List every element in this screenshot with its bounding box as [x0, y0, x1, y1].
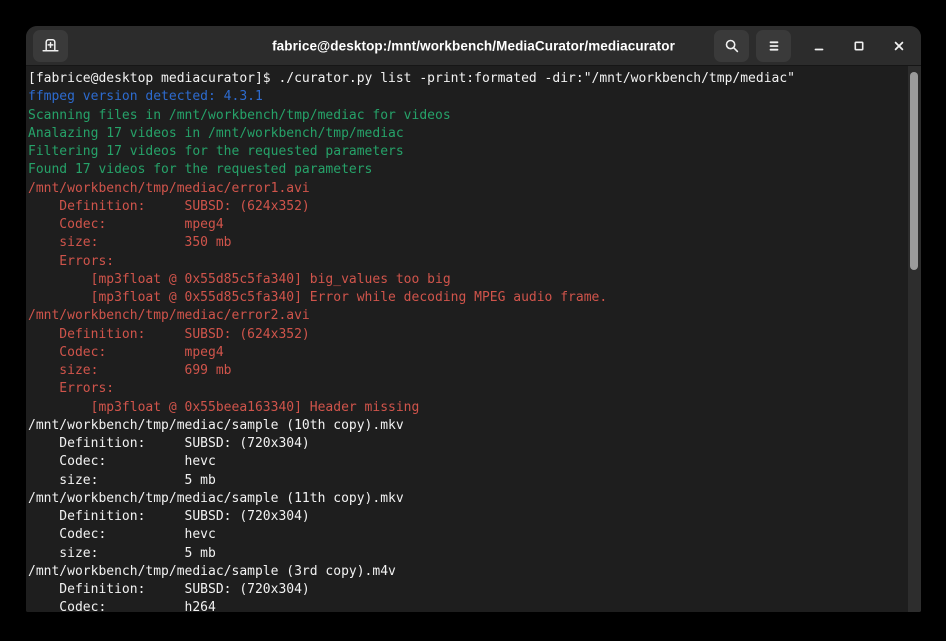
terminal-line: Definition: SUBSD: (624x352) [28, 198, 921, 216]
terminal-line: Definition: SUBSD: (720x304) [28, 581, 921, 599]
terminal-line: Errors: [28, 253, 921, 271]
close-button[interactable] [887, 34, 911, 58]
terminal-line: size: 5 mb [28, 472, 921, 490]
titlebar[interactable]: fabrice@desktop:/mnt/workbench/MediaCura… [26, 26, 921, 66]
new-tab-icon [42, 37, 59, 54]
maximize-button[interactable] [847, 34, 871, 58]
minimize-button[interactable] [807, 34, 831, 58]
terminal-line: [mp3float @ 0x55d85c5fa340] big_values t… [28, 271, 921, 289]
terminal-line: Analazing 17 videos in /mnt/workbench/tm… [28, 125, 921, 143]
menu-icon [766, 38, 782, 54]
terminal-line: Codec: hevc [28, 453, 921, 471]
terminal-line: Codec: mpeg4 [28, 344, 921, 362]
terminal-line: Codec: h264 [28, 599, 921, 612]
terminal-window: fabrice@desktop:/mnt/workbench/MediaCura… [26, 26, 921, 612]
terminal-line: Filtering 17 videos for the requested pa… [28, 143, 921, 161]
search-icon [724, 38, 740, 54]
maximize-icon [851, 38, 867, 54]
terminal-line: size: 699 mb [28, 362, 921, 380]
search-button[interactable] [714, 30, 749, 62]
terminal-line: /mnt/workbench/tmp/mediac/sample (11th c… [28, 490, 921, 508]
scrollbar-track[interactable] [908, 66, 921, 612]
terminal-line: Definition: SUBSD: (624x352) [28, 326, 921, 344]
menu-button[interactable] [756, 30, 791, 62]
window-title: fabrice@desktop:/mnt/workbench/MediaCura… [272, 38, 675, 53]
scrollbar-thumb[interactable] [910, 72, 918, 270]
new-tab-button[interactable] [33, 30, 68, 62]
terminal-output[interactable]: [fabrice@desktop mediacurator]$ ./curato… [26, 66, 921, 612]
terminal-line: /mnt/workbench/tmp/mediac/error2.avi [28, 307, 921, 325]
close-icon [891, 38, 907, 54]
terminal-line: Definition: SUBSD: (720x304) [28, 508, 921, 526]
terminal-line: ffmpeg version detected: 4.3.1 [28, 88, 921, 106]
terminal-line: /mnt/workbench/tmp/mediac/error1.avi [28, 180, 921, 198]
terminal-line: /mnt/workbench/tmp/mediac/sample (3rd co… [28, 563, 921, 581]
terminal-line: [mp3float @ 0x55beea163340] Header missi… [28, 399, 921, 417]
terminal-line: Errors: [28, 380, 921, 398]
terminal-line: [mp3float @ 0x55d85c5fa340] Error while … [28, 289, 921, 307]
terminal-line: Definition: SUBSD: (720x304) [28, 435, 921, 453]
terminal-line: Codec: hevc [28, 526, 921, 544]
terminal-line: Scanning files in /mnt/workbench/tmp/med… [28, 107, 921, 125]
terminal-line: size: 5 mb [28, 545, 921, 563]
terminal-line: Found 17 videos for the requested parame… [28, 161, 921, 179]
minimize-icon [811, 38, 827, 54]
terminal-line: Codec: mpeg4 [28, 216, 921, 234]
terminal-line: size: 350 mb [28, 234, 921, 252]
terminal-line: [fabrice@desktop mediacurator]$ ./curato… [28, 70, 921, 88]
terminal-line: /mnt/workbench/tmp/mediac/sample (10th c… [28, 417, 921, 435]
terminal-lines: [fabrice@desktop mediacurator]$ ./curato… [26, 66, 921, 612]
